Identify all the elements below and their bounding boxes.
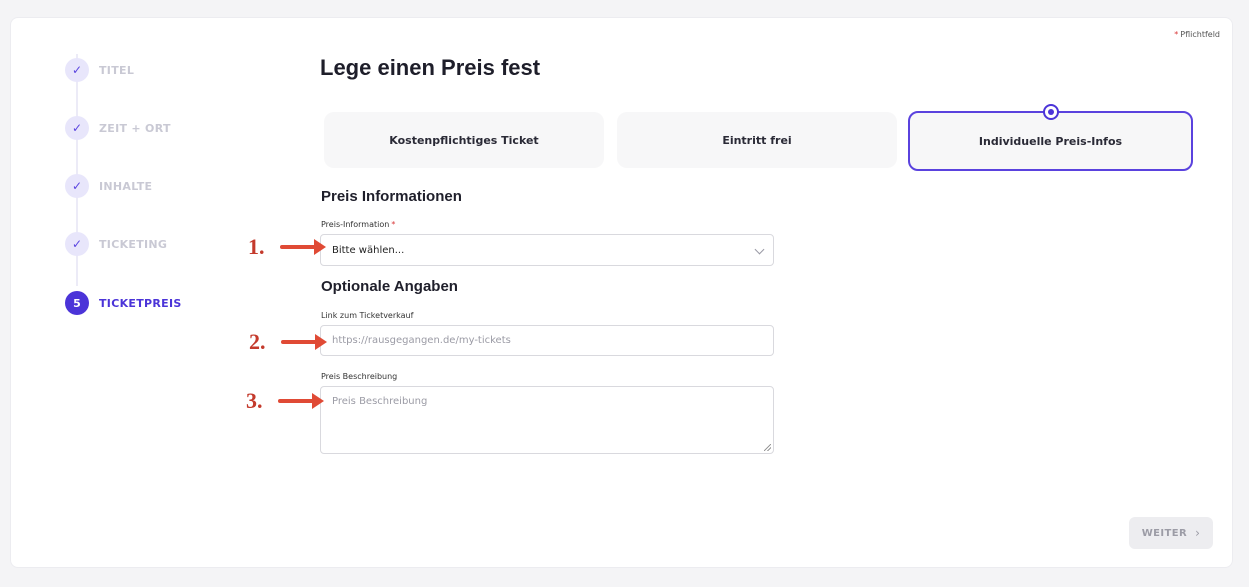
price-info-label-text: Preis-Information [321,220,390,229]
selected-radio-icon [1042,104,1059,120]
step-label: TICKETING [99,237,168,251]
annotation-number: 1. [248,234,265,259]
step-number-badge: 5 [65,291,89,315]
option-label: Kostenpflichtiges Ticket [389,133,539,147]
step-label: TITEL [99,63,135,77]
ticket-link-label: Link zum Ticketverkauf [321,311,414,320]
required-star: * [391,220,396,229]
step-label: TICKETPREIS [99,296,182,310]
price-info-select[interactable]: Bitte wählen... [320,234,774,266]
arrow-right-icon [280,239,326,255]
step-label: ZEIT + ORT [99,121,171,135]
resize-handle-icon[interactable] [764,444,771,451]
annotation-number: 3. [246,388,263,413]
option-free-entry[interactable]: Eintritt frei [617,112,897,168]
option-label: Eintritt frei [722,133,792,147]
annotation-number: 2. [249,329,266,354]
price-description-placeholder: Preis Beschreibung [332,396,428,407]
arrow-right-icon [281,334,327,350]
ticket-link-input[interactable]: https://rausgegangen.de/my-tickets [320,325,774,356]
next-button[interactable]: WEITER › [1129,517,1213,549]
check-icon: ✓ [65,232,89,256]
chevron-down-icon [754,244,765,255]
step-label: INHALTE [99,179,153,193]
annotation-2: 2. [249,329,327,355]
annotation-1: 1. [248,234,326,260]
option-paid-ticket[interactable]: Kostenpflichtiges Ticket [324,112,604,168]
section-heading-price: Preis Informationen [321,188,462,205]
required-field-note: * Pflichtfeld [1174,30,1220,39]
required-note-text: Pflichtfeld [1180,30,1220,39]
ticket-link-placeholder: https://rausgegangen.de/my-tickets [332,335,511,346]
chevron-right-icon: › [1195,526,1201,540]
required-star: * [1174,30,1179,39]
option-label: Individuelle Preis-Infos [978,134,1123,148]
step-zeit-ort[interactable]: ✓ ZEIT + ORT [55,116,171,140]
annotation-3: 3. [246,388,324,414]
form-card: * Pflichtfeld [10,17,1233,568]
arrow-right-icon [278,393,324,409]
check-icon: ✓ [65,58,89,82]
section-heading-optional: Optionale Angaben [321,278,458,295]
step-inhalte[interactable]: ✓ INHALTE [55,174,152,198]
page-title: Lege einen Preis fest [320,55,541,80]
option-individual-price-info[interactable]: Individuelle Preis-Infos [908,104,1193,171]
check-icon: ✓ [65,116,89,140]
price-info-select-value: Bitte wählen... [332,244,405,256]
price-description-label: Preis Beschreibung [321,372,398,381]
price-info-label: Preis-Information * [321,220,395,229]
next-button-label: WEITER [1141,527,1188,539]
step-ticketing[interactable]: ✓ TICKETING [55,232,167,256]
step-titel[interactable]: ✓ TITEL [55,58,134,82]
price-description-textarea[interactable]: Preis Beschreibung [320,386,774,454]
step-ticketpreis[interactable]: 5 TICKETPREIS [55,291,182,315]
check-icon: ✓ [65,174,89,198]
